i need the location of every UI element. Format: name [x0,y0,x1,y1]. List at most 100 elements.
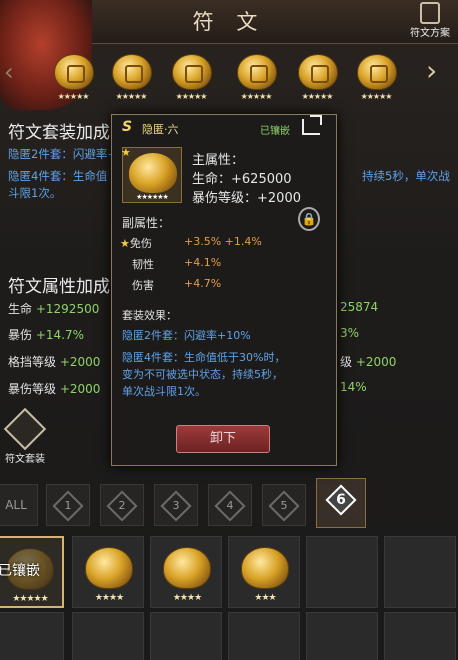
chevron-right-icon[interactable]: › [426,54,437,87]
inventory-slot-empty[interactable] [0,612,64,660]
diamond-icon: 3 [160,490,192,522]
rune-gem-icon [357,54,397,90]
rune-gem-icon [54,54,94,90]
rune-gem-icon [241,547,289,589]
rune-set-label: 符文套装 [5,454,45,465]
rune-gem-icon [129,153,177,193]
star-icon: ★ [121,146,131,159]
sub-attr-value: +4.1% [184,256,222,269]
equipped-label: 已镶嵌 [0,563,40,579]
rarity-s-icon: S [122,119,133,135]
rune-stars: ★★★ [254,593,276,603]
attr-bonus-title: 符文属性加成 [8,277,110,297]
chevron-left-icon[interactable]: ‹ [4,58,14,86]
inventory-slot-empty[interactable] [72,612,144,660]
lock-icon[interactable]: 🔒 [298,207,320,231]
diamond-icon: 4 [214,490,246,522]
set-bonus-line-2-cont: 持续5秒，单次战 [362,169,450,183]
filter-all-label: ALL [5,498,27,512]
filter-tab-all[interactable]: ALL [0,484,38,526]
rune-stars: ★★★★★ [301,92,334,101]
set-bonus-title: 符文套装加成 [8,123,110,143]
filter-tab-2[interactable]: 2 [100,484,144,526]
sub-attr-row: 伤害 [132,279,154,292]
diamond-icon: 2 [106,490,138,522]
set-effect-line-1: 隐匿2件套：闪避率+10% [122,329,251,342]
filter-tab-6[interactable]: 6 [316,478,366,528]
diamond-icon: 5 [268,490,300,522]
share-icon[interactable] [302,115,322,135]
rune-slot[interactable]: ★★★★★ [291,54,343,104]
inventory-slot[interactable]: ★★★ [228,536,300,608]
main-attr-row: 生命：+625000 [192,172,292,187]
stat-row: 25874 [340,300,379,314]
rune-set-button[interactable]: 符文套装 [2,407,48,468]
filter-tab-5[interactable]: 5 [262,484,306,526]
rune-slot[interactable]: ★★★★★ [230,54,282,104]
scroll-icon [420,2,440,24]
page-title: 符 文 [192,10,266,34]
rune-stars: ★★★★ [172,593,202,603]
inventory-slot-empty[interactable] [228,612,300,660]
rune-detail-popup: S 隐匿·六 已镶嵌 ★★★★★★ ★ 主属性： 生命：+625000 暴伤等级… [111,114,337,466]
set-effect-line-2-end: 单次战斗限1次。 [122,385,206,398]
stat-row: 生命 +1292500 [8,302,100,316]
set-effect-line-2: 隐匿4件套：生命值低于30%时， [122,351,286,364]
rune-slot[interactable]: ★★★★★ [350,54,402,104]
filter-tab-1[interactable]: 1 [46,484,90,526]
rune-stars: ★★★★ [94,593,124,603]
rune-stars: ★★★★★ [360,92,393,101]
rune-gem-icon [112,54,152,90]
stat-row: 级 +2000 [340,355,397,369]
star-diamond-icon [3,407,47,451]
rune-gem-icon [163,547,211,589]
rune-scheme-button[interactable]: 符文方案 [404,0,456,40]
filter-tab-3[interactable]: 3 [154,484,198,526]
rune-scheme-label: 符文方案 [410,28,450,39]
unequip-button[interactable]: 卸下 [176,425,270,453]
rune-slot[interactable]: ★★★★★ [105,54,157,104]
rune-slot[interactable]: ★★★★★ [165,54,217,104]
rune-stars: ★★★★★ [115,92,148,101]
inventory-slot-empty[interactable] [306,612,378,660]
rune-stars: ★★★★★ [175,92,208,101]
rune-stars: ★★★★★ [57,92,90,101]
inventory-slot[interactable]: ★★★★ [150,536,222,608]
set-bonus-line-2: 隐匿4件套：生命值 [8,169,108,183]
set-bonus-line-2-end: 斗限1次。 [8,186,62,200]
sub-attr-value: +4.7% [184,277,222,290]
equipped-status: 已镶嵌 [260,126,290,137]
stat-row: 暴伤等级 +2000 [8,382,101,396]
main-attr-row: 暴伤等级：+2000 [192,191,301,206]
main-attr-title: 主属性： [192,153,245,168]
set-effect-line-2-cont: 变为不可被选中状态，持续5秒， [122,368,283,381]
rune-stars: ★★★★★ [240,92,273,101]
rune-preview: ★★★★★★ ★ [121,146,182,203]
diamond-icon: 6 [325,484,357,516]
set-effect-title: 套装效果： [122,309,177,322]
sub-attr-row: ★免伤 [120,237,152,250]
inventory-slot-empty[interactable] [150,612,222,660]
inventory-slot[interactable]: ★★★★ [72,536,144,608]
rune-gem-icon [172,54,212,90]
sub-attr-value: +3.5% +1.4% [184,235,262,248]
rune-name: 隐匿·六 [142,123,179,136]
inventory-slot-equipped[interactable]: 已镶嵌 ★★★★★ [0,536,64,608]
inventory-slot-empty[interactable] [306,536,378,608]
sub-attr-row: 韧性 [132,258,154,271]
stat-row: 3% [340,326,360,340]
rune-slot[interactable]: ★★★★★ [47,54,99,104]
filter-tab-4[interactable]: 4 [208,484,252,526]
inventory-slot-empty[interactable] [384,612,456,660]
rune-gem-icon [237,54,277,90]
stat-row: 14% [340,380,367,394]
rune-gem-icon [85,547,133,589]
rune-stars: ★★★★★ [12,594,48,604]
diamond-icon: 1 [52,490,84,522]
rune-stars: ★★★★★★ [136,193,169,201]
stat-row: 暴伤 +14.7% [8,328,85,342]
inventory-slot-empty[interactable] [384,536,456,608]
rune-gem-icon [298,54,338,90]
stat-row: 格挡等级 +2000 [8,355,101,369]
rune-screen: 符 文 符文方案 ‹ › ★★★★★ ★★★★★ ★★★★★ ★★★★★ ★★★… [0,0,458,660]
